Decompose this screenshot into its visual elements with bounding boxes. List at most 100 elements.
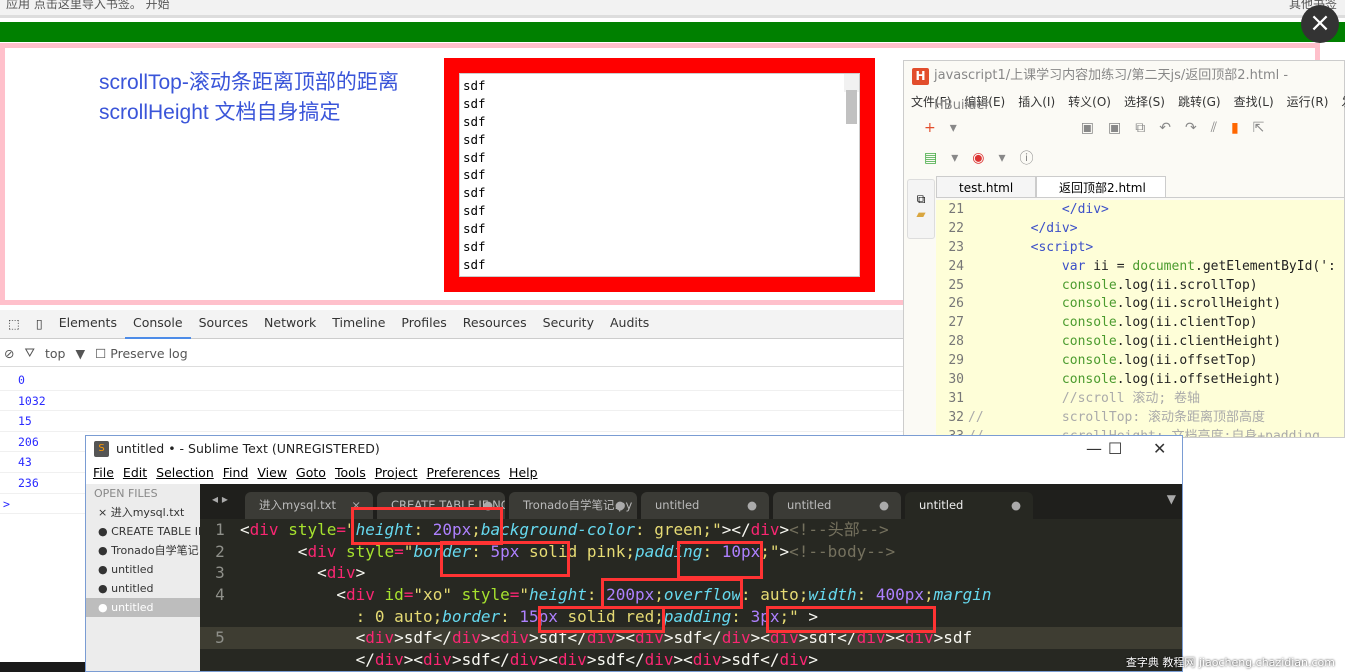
code-token: console	[1061, 296, 1117, 312]
code-token: <	[240, 520, 250, 539]
preserve-log-checkbox[interactable]: ☐ Preserve log	[95, 346, 188, 361]
menu-item[interactable]: 跳转(G)	[1178, 91, 1221, 113]
tab-resources[interactable]: Resources	[455, 309, 535, 339]
new-project-icon[interactable]: ▤	[924, 150, 937, 166]
save-all-icon[interactable]: ▣	[1108, 120, 1121, 136]
tab-label: 进入mysql.txt	[259, 498, 336, 512]
menu-item[interactable]: 查找(L)	[1234, 91, 1274, 113]
editor-tab[interactable]: Tronado自学笔记.py ●	[509, 492, 637, 519]
tab-security[interactable]: Security	[535, 309, 602, 339]
code-token: ;	[924, 585, 934, 605]
line-number: 5	[215, 628, 225, 648]
maximize-icon[interactable]: ☐	[1108, 436, 1122, 462]
open-file-item[interactable]: ● CREATE TABLE IF NOT	[86, 522, 200, 541]
editor-tab[interactable]: 返回顶部2.html ⊠	[1036, 176, 1166, 217]
context-select[interactable]: top	[45, 346, 65, 361]
open-file-item[interactable]: ● untitled	[86, 560, 200, 579]
tab-audits[interactable]: Audits	[602, 309, 657, 339]
bookmark-icon[interactable]: ▮	[1231, 120, 1239, 136]
tab-overflow-icon[interactable]: ▼	[1167, 492, 1176, 506]
scroll-item: sdf	[463, 203, 486, 219]
device-icon[interactable]: ▯	[28, 310, 51, 338]
hbuilder-editor[interactable]: 21 </div> 22 </div> 23 <script> 24 var ii =…	[936, 200, 1344, 437]
open-file-item[interactable]: × 进入mysql.txt	[86, 503, 200, 522]
menu-item[interactable]: 插入(I)	[1018, 91, 1055, 113]
tab-profiles[interactable]: Profiles	[393, 309, 454, 339]
code-line: 23 <script>	[936, 238, 1344, 257]
code-token: "xo"	[413, 585, 452, 605]
folder-icon[interactable]: ▰	[908, 207, 934, 221]
menu-item[interactable]: Preferences	[427, 462, 501, 484]
tab-console[interactable]: Console	[124, 309, 191, 339]
menu-item[interactable]: 转义(O)	[1068, 91, 1111, 113]
bookmarks-text[interactable]: 应用 点击这里导入书签。 开始	[6, 0, 170, 11]
code-token: div	[557, 650, 587, 670]
tab-label: untitled	[787, 498, 832, 512]
close-icon[interactable]: ×	[1301, 5, 1339, 43]
tab-close-icon[interactable]: ●	[879, 492, 889, 519]
menu-item[interactable]: Selection	[156, 462, 214, 484]
tab-close-icon[interactable]: ●	[615, 492, 625, 519]
chevron-down-icon[interactable]: ▾	[950, 120, 957, 136]
undo-icon[interactable]: ↶	[1159, 120, 1171, 136]
open-file-item[interactable]: ● Tronado自学笔记	[86, 541, 200, 560]
menu-item[interactable]: Find	[223, 462, 249, 484]
clear-console-icon[interactable]: ⊘	[4, 346, 14, 361]
menu-item[interactable]: 运行(R)	[1287, 91, 1329, 113]
chevron-down-icon[interactable]: ▼	[75, 346, 85, 361]
format-icon[interactable]: ⫽	[1211, 120, 1217, 136]
line-number: 21	[948, 202, 964, 217]
menu-item[interactable]: File	[93, 462, 114, 484]
menu-item[interactable]: Tools	[335, 462, 366, 484]
menu-item[interactable]: 选择(S)	[1124, 91, 1165, 113]
scroll-item: sdf	[463, 95, 486, 111]
menu-item[interactable]: Help	[509, 462, 538, 484]
menu-item[interactable]: 发	[1341, 91, 1345, 113]
code-token: >sdf</	[663, 628, 722, 648]
editor-tab[interactable]: untitled ●	[773, 492, 901, 519]
tab-timeline[interactable]: Timeline	[324, 309, 393, 339]
tab-nav-arrows-icon[interactable]: ◂ ▸	[212, 492, 228, 506]
preserve-log-label: Preserve log	[110, 345, 188, 361]
inspect-icon[interactable]: ⬚	[0, 310, 28, 338]
info-icon[interactable]: ⓘ	[1020, 148, 1034, 168]
bookmarks-bar: 应用 点击这里导入书签。 开始其他书签	[0, 0, 1345, 18]
tab-elements[interactable]: Elements	[51, 309, 125, 339]
chrome-icon[interactable]: ◉	[972, 150, 984, 166]
redo-icon[interactable]: ↷	[1185, 120, 1197, 136]
tab-close-icon[interactable]: ●	[747, 492, 757, 519]
export-icon[interactable]: ⇱	[1253, 120, 1265, 136]
close-file-icon[interactable]: ⧉	[1135, 120, 1145, 136]
line-number: 3	[215, 563, 225, 583]
menu-item[interactable]: Edit	[123, 462, 147, 484]
code-token: ii =	[1085, 258, 1133, 274]
scrollbar[interactable]	[844, 74, 859, 124]
filter-icon[interactable]: ⛛	[24, 345, 35, 361]
chevron-down-icon[interactable]: ▾	[998, 150, 1005, 166]
code-token: <!--body-->	[789, 541, 896, 561]
scrollbar-thumb[interactable]	[846, 90, 857, 124]
tab-network[interactable]: Network	[256, 309, 324, 339]
editor-tab[interactable]: test.html	[936, 176, 1036, 197]
line-number: 26	[948, 296, 964, 312]
tab-sources[interactable]: Sources	[191, 309, 256, 339]
code-token: div	[365, 628, 395, 648]
close-icon[interactable]: ✕	[1153, 436, 1166, 462]
minimize-icon[interactable]: —	[1086, 436, 1102, 462]
code-token: =	[336, 520, 346, 539]
editor-tab[interactable]: untitled ●	[905, 492, 1033, 519]
console-log-line: 15	[0, 411, 903, 432]
menu-item[interactable]: Goto	[296, 462, 326, 484]
hbuilder-side-panel: ⧉ ▰	[907, 179, 935, 239]
save-icon[interactable]: ▣	[1081, 120, 1094, 136]
restore-icon[interactable]: ⧉	[908, 192, 934, 207]
editor-tab[interactable]: untitled ●	[641, 492, 769, 519]
menu-item[interactable]: Project	[375, 462, 418, 484]
new-icon[interactable]: +	[924, 120, 936, 136]
chevron-down-icon[interactable]: ▾	[951, 150, 958, 166]
tab-close-icon[interactable]: ●	[1011, 492, 1021, 519]
scroll-area[interactable]: sdf sdf sdf sdf sdf sdf sdf sdf sdf sdf sdf	[459, 73, 860, 277]
open-file-item[interactable]: ● untitled	[86, 579, 200, 598]
open-file-item[interactable]: ● untitled	[86, 598, 200, 617]
menu-item[interactable]: View	[257, 462, 287, 484]
